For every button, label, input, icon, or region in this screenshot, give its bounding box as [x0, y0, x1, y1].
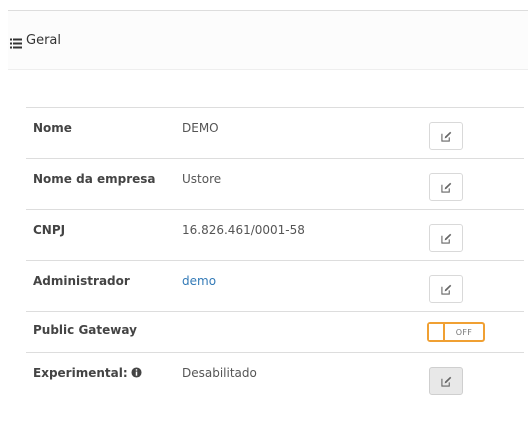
- row-label: Administrador: [33, 274, 130, 288]
- table-row-cnpj: CNPJ 16.826.461/0001-58: [26, 210, 524, 261]
- edit-icon: [440, 376, 451, 387]
- panel-heading: Geral: [8, 11, 528, 70]
- row-label: Nome da empresa: [33, 172, 156, 186]
- row-label: Public Gateway: [33, 323, 137, 337]
- row-label: Nome: [33, 121, 72, 135]
- settings-table: Nome DEMO Nome da empresa Ustore CNPJ 16: [26, 107, 524, 403]
- administrator-link[interactable]: demo: [182, 274, 216, 288]
- edit-experimental-button[interactable]: [429, 367, 463, 395]
- row-value: Desabilitado: [182, 366, 257, 380]
- table-row-public-gateway: Public Gateway OFF: [26, 312, 524, 353]
- table-row-experimental: Experimental: Desabilitado: [26, 353, 524, 403]
- public-gateway-toggle[interactable]: OFF: [427, 322, 485, 342]
- edit-company-name-button[interactable]: [429, 173, 463, 201]
- row-value: Ustore: [182, 172, 222, 186]
- edit-icon: [440, 233, 451, 244]
- row-value: DEMO: [182, 121, 219, 135]
- edit-icon: [440, 182, 451, 193]
- panel-title: Geral: [26, 32, 61, 48]
- row-label: CNPJ: [33, 223, 66, 237]
- info-icon[interactable]: [131, 367, 142, 378]
- experimental-label: Experimental:: [33, 366, 128, 380]
- edit-icon: [440, 131, 451, 142]
- table-row-administrator: Administrador demo: [26, 261, 524, 312]
- table-row-name: Nome DEMO: [26, 108, 524, 159]
- row-value: 16.826.461/0001-58: [182, 223, 305, 237]
- toggle-state-text: OFF: [455, 327, 473, 337]
- edit-name-button[interactable]: [429, 122, 463, 150]
- toggle-knob: [429, 324, 445, 340]
- table-row-company-name: Nome da empresa Ustore: [26, 159, 524, 210]
- list-icon: [10, 34, 22, 49]
- row-label: Experimental:: [33, 366, 142, 380]
- edit-icon: [440, 284, 451, 295]
- edit-administrator-button[interactable]: [429, 275, 463, 303]
- general-panel: Geral Nome DEMO Nome da empresa Ustore C…: [8, 10, 528, 443]
- edit-cnpj-button[interactable]: [429, 224, 463, 252]
